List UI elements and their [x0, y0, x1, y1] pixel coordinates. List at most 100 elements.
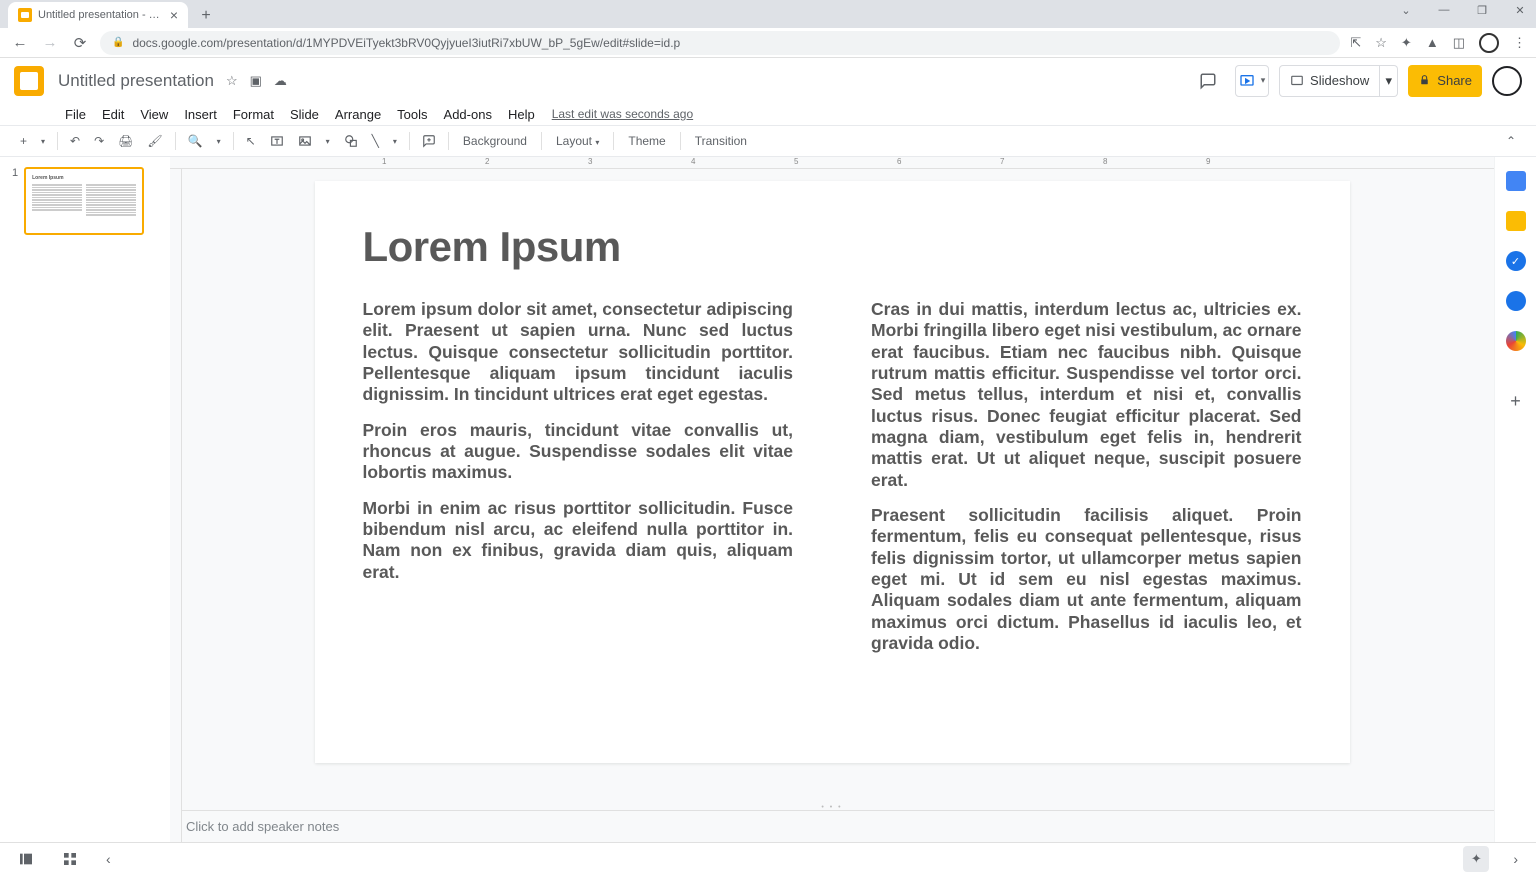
- paragraph: Proin eros mauris, tincidunt vitae conva…: [363, 420, 794, 484]
- toolbar: + ▾ ↶ ↷ 🖨 🖌 🔍 ▾ ↖ ▾ ╲ ▾ Background Layou…: [0, 125, 1536, 157]
- menu-edit[interactable]: Edit: [95, 105, 131, 124]
- transition-button[interactable]: Transition: [687, 130, 755, 152]
- url-input[interactable]: 🔒 docs.google.com/presentation/d/1MYPDVE…: [100, 31, 1340, 55]
- maps-icon[interactable]: [1506, 331, 1526, 351]
- lock-icon: 🔒: [112, 37, 124, 48]
- footer: ‹ ✦ ›: [0, 842, 1536, 874]
- browser-tab-strip: Untitled presentation - Google S × + ⌄ —…: [0, 0, 1536, 28]
- filmstrip-view-icon[interactable]: [14, 847, 38, 871]
- line-dropdown[interactable]: ▾: [387, 133, 403, 150]
- hide-side-panel-icon[interactable]: ›: [1509, 847, 1522, 871]
- cloud-status-icon[interactable]: ☁: [274, 73, 287, 89]
- collapse-toolbar-icon[interactable]: ⌃: [1500, 130, 1522, 152]
- present-dropdown-button[interactable]: ▾: [1235, 65, 1269, 97]
- slide-canvas[interactable]: Lorem Ipsum Lorem ipsum dolor sit amet, …: [315, 181, 1350, 763]
- close-tab-icon[interactable]: ×: [170, 7, 178, 23]
- slide-thumbnail[interactable]: Lorem Ipsum: [24, 167, 144, 235]
- collapse-filmstrip-icon[interactable]: ‹: [102, 847, 115, 871]
- contacts-icon[interactable]: [1506, 291, 1526, 311]
- account-avatar[interactable]: [1492, 66, 1522, 96]
- share-button[interactable]: Share: [1408, 65, 1482, 97]
- last-edit-link[interactable]: Last edit was seconds ago: [552, 107, 693, 121]
- side-panel-icon[interactable]: ◫: [1453, 35, 1465, 51]
- comment-history-button[interactable]: [1191, 65, 1225, 97]
- slides-favicon: [18, 8, 32, 22]
- separator: [680, 132, 681, 150]
- explore-button[interactable]: ✦: [1463, 846, 1489, 872]
- extensions-icon[interactable]: ✦: [1401, 35, 1412, 51]
- redo-button[interactable]: ↷: [88, 130, 110, 152]
- menu-tools[interactable]: Tools: [390, 105, 434, 124]
- line-tool[interactable]: ╲: [366, 130, 385, 152]
- close-window-icon[interactable]: ✕: [1510, 4, 1530, 17]
- calendar-icon[interactable]: [1506, 171, 1526, 191]
- menu-file[interactable]: File: [58, 105, 93, 124]
- maximize-icon[interactable]: ❐: [1472, 4, 1492, 17]
- new-slide-button[interactable]: +: [14, 130, 33, 152]
- star-icon[interactable]: ☆: [226, 73, 238, 89]
- paint-format-button[interactable]: 🖌: [141, 130, 168, 152]
- slide-right-column[interactable]: Cras in dui mattis, interdum lectus ac, …: [871, 299, 1302, 669]
- tasks-icon[interactable]: [1506, 251, 1526, 271]
- chrome-menu-icon[interactable]: ⋮: [1513, 35, 1526, 51]
- menu-bar: File Edit View Insert Format Slide Arran…: [0, 103, 1536, 125]
- address-bar: ← → ⟳ 🔒 docs.google.com/presentation/d/1…: [0, 28, 1536, 58]
- tab-search-icon[interactable]: ⌄: [1396, 4, 1416, 17]
- theme-button[interactable]: Theme: [620, 130, 673, 152]
- tab-title: Untitled presentation - Google S: [38, 9, 164, 21]
- thumbnail-panel: 1 Lorem Ipsum: [0, 157, 170, 842]
- document-title[interactable]: Untitled presentation: [58, 71, 214, 91]
- shape-tool[interactable]: [338, 130, 364, 152]
- menu-addons[interactable]: Add-ons: [437, 105, 499, 124]
- comment-button[interactable]: [416, 130, 442, 152]
- slide-title[interactable]: Lorem Ipsum: [363, 223, 1302, 271]
- ruler-horizontal: 1 2 3 4 5 6 7 8 9: [170, 157, 1494, 169]
- back-button[interactable]: ←: [10, 34, 30, 51]
- move-icon[interactable]: ▣: [250, 73, 262, 89]
- slideshow-button[interactable]: Slideshow: [1279, 65, 1380, 97]
- canvas-area: 1 2 3 4 5 6 7 8 9 Lorem Ipsum Lorem ipsu…: [170, 157, 1494, 842]
- separator: [175, 132, 176, 150]
- print-button[interactable]: 🖨: [112, 130, 139, 152]
- new-tab-button[interactable]: +: [194, 4, 218, 28]
- ruler-vertical: [170, 169, 182, 842]
- separator: [57, 132, 58, 150]
- separator: [409, 132, 410, 150]
- layout-button[interactable]: Layout ▾: [548, 130, 607, 152]
- menu-help[interactable]: Help: [501, 105, 542, 124]
- minimize-icon[interactable]: —: [1434, 4, 1454, 17]
- new-slide-dropdown[interactable]: ▾: [35, 133, 51, 150]
- zoom-button[interactable]: 🔍: [182, 130, 209, 152]
- add-addon-icon[interactable]: +: [1510, 391, 1521, 412]
- reload-button[interactable]: ⟳: [70, 34, 90, 52]
- menu-format[interactable]: Format: [226, 105, 281, 124]
- speaker-notes[interactable]: Click to add speaker notes: [170, 810, 1494, 842]
- textbox-tool[interactable]: [264, 130, 290, 152]
- app-header: Untitled presentation ☆ ▣ ☁ ▾ Slideshow …: [0, 58, 1536, 103]
- browser-tab[interactable]: Untitled presentation - Google S ×: [8, 2, 188, 28]
- menu-view[interactable]: View: [133, 105, 175, 124]
- slide-left-column[interactable]: Lorem ipsum dolor sit amet, consectetur …: [363, 299, 794, 669]
- profile-avatar[interactable]: [1479, 33, 1499, 53]
- slideshow-label: Slideshow: [1310, 73, 1369, 88]
- separator: [233, 132, 234, 150]
- menu-slide[interactable]: Slide: [283, 105, 326, 124]
- slideshow-dropdown[interactable]: ▾: [1380, 65, 1398, 97]
- thumbnail-number: 1: [12, 167, 18, 235]
- grid-view-icon[interactable]: [58, 847, 82, 871]
- install-icon[interactable]: ⇱: [1350, 35, 1361, 51]
- image-dropdown[interactable]: ▾: [320, 133, 336, 150]
- forward-button[interactable]: →: [40, 34, 60, 51]
- slides-logo[interactable]: [14, 66, 44, 96]
- zoom-dropdown[interactable]: ▾: [211, 133, 227, 150]
- bookmark-icon[interactable]: ☆: [1375, 35, 1387, 51]
- profile-badge-icon[interactable]: ▲: [1426, 35, 1439, 50]
- select-tool[interactable]: ↖: [240, 130, 262, 152]
- image-tool[interactable]: [292, 130, 318, 152]
- main-area: 1 Lorem Ipsum 1 2 3 4 5 6 7 8 9 Lorem: [0, 157, 1536, 842]
- background-button[interactable]: Background: [455, 130, 535, 152]
- menu-insert[interactable]: Insert: [177, 105, 224, 124]
- undo-button[interactable]: ↶: [64, 130, 86, 152]
- keep-icon[interactable]: [1506, 211, 1526, 231]
- menu-arrange[interactable]: Arrange: [328, 105, 388, 124]
